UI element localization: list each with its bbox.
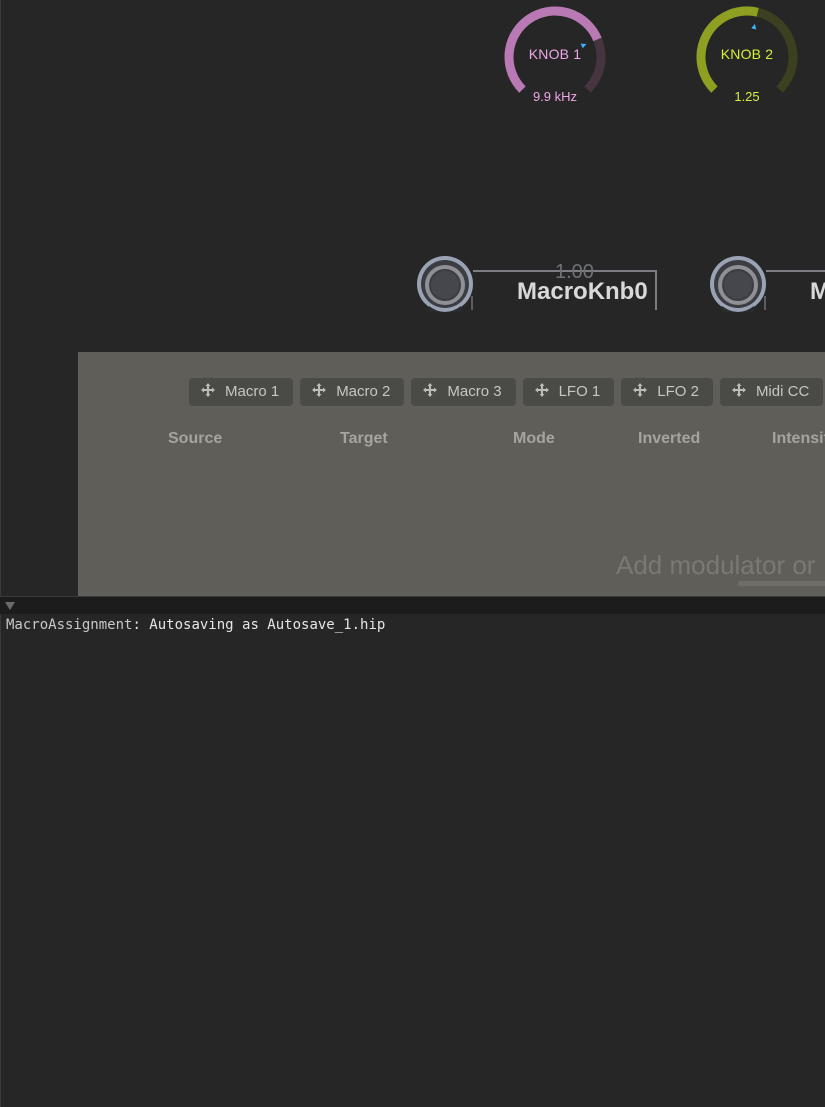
parameter-area: KNOB 1 9.9 kHz KNOB 2 1.25 1.00 MacroKnb… (0, 0, 825, 596)
source-chip-label: LFO 1 (558, 383, 601, 400)
knob-2-value: 1.25 (734, 89, 760, 104)
console-header (0, 596, 825, 614)
collapse-triangle-icon[interactable] (5, 602, 15, 610)
source-chip-macro-1[interactable]: Macro 1 (189, 378, 294, 406)
source-chip-label: LFO 2 (657, 383, 699, 400)
source-chip-label: Macro 1 (225, 383, 280, 400)
column-header-mode: Mode (513, 430, 555, 447)
source-chip-label: Macro 3 (447, 383, 502, 400)
column-header-target: Target (340, 430, 388, 447)
macro-knob-0-dial-icon[interactable] (415, 256, 475, 316)
move-icon (633, 383, 648, 397)
knob-1-label: KNOB 1 (528, 46, 582, 62)
macro-knob-1[interactable]: M (708, 256, 825, 316)
source-chip-lfo-1[interactable]: LFO 1 (522, 378, 615, 406)
knob-1-value: 9.9 kHz (532, 89, 578, 104)
source-chip-lfo-2[interactable]: LFO 2 (621, 378, 713, 406)
source-chip-macro-2[interactable]: Macro 2 (300, 378, 405, 406)
log-source: MacroAssignment (6, 617, 133, 633)
knob-2-label: KNOB 2 (720, 46, 774, 62)
macro-knob-0-name: MacroKnb0 (517, 278, 648, 305)
macro-knob-1-name: M (810, 278, 825, 306)
console-pane: MacroAssignment: Autosaving as Autosave_… (0, 614, 825, 1107)
column-header-inverted: Inverted (638, 430, 701, 447)
knob-2-pointer-icon (751, 23, 757, 30)
add-modulator-hint: Add modulator or (616, 550, 816, 580)
macro-knob-0[interactable]: 1.00 MacroKnb0 (415, 256, 659, 316)
source-chip-macro-3[interactable]: Macro 3 (411, 378, 516, 406)
column-header-source: Source (168, 430, 223, 447)
source-chip-label: Midi CC (755, 383, 810, 400)
move-icon (423, 383, 438, 397)
log-line: MacroAssignment: Autosaving as Autosave_… (6, 617, 385, 633)
modulation-panel: Macro 1 Macro 2 Macro 3 LFO 1 LFO 2 Midi CC S… (78, 352, 825, 596)
horizontal-scrollbar[interactable] (738, 581, 825, 586)
modulation-source-list: Macro 1 Macro 2 Macro 3 LFO 1 LFO 2 Midi CC (189, 378, 825, 406)
move-icon (534, 383, 549, 397)
move-icon (201, 383, 215, 397)
column-header-intensity: Intensity (772, 430, 825, 447)
knob-1[interactable]: KNOB 1 9.9 kHz (502, 4, 608, 110)
move-icon (731, 383, 746, 397)
knob-2[interactable]: KNOB 2 1.25 (694, 4, 800, 110)
move-icon (312, 383, 327, 397)
source-chip-midi-cc[interactable]: Midi CC (719, 378, 824, 406)
macro-knob-1-dial-icon[interactable] (708, 256, 768, 316)
log-message: : Autosaving as Autosave_1.hip (132, 617, 386, 633)
source-chip-label: Macro 2 (336, 383, 391, 400)
